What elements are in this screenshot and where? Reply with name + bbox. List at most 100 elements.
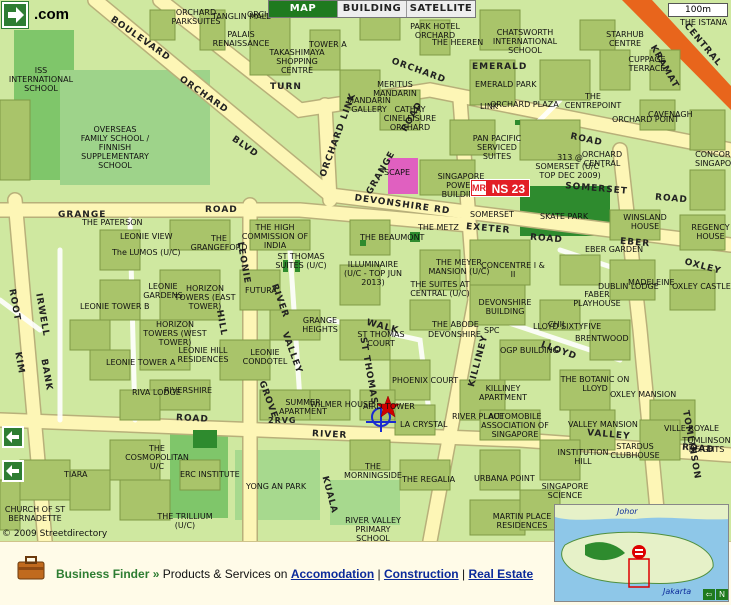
business-finder-sep: » [152,567,160,581]
place-label[interactable]: WINSLAND HOUSE [610,213,680,231]
place-label[interactable]: CUPPAGE TERRACE [612,55,682,73]
place-label[interactable]: MADELEINE [628,278,675,287]
place-label[interactable]: DEVONSHIRE [428,330,481,339]
road-label-rvg: 2RVG [268,416,297,425]
place-label[interactable]: HORIZON TOWERS (EAST TOWER) [170,284,240,311]
place-label[interactable]: ISS INTERNATIONAL SCHOOL [6,66,76,93]
place-label[interactable]: SKATE PARK [540,212,588,221]
place-label[interactable]: SINGAPORE SCIENCE [530,482,600,500]
place-label[interactable]: STARHUB CENTRE [590,30,660,48]
place-label[interactable]: CHURCH OF ST BERNADETTE [0,505,70,523]
place-label[interactable]: The LUMOS (U/C) [112,248,181,257]
minimap-zoom-button[interactable]: ⇦ [703,589,715,600]
place-label[interactable]: PHOENIX COURT [392,376,458,385]
place-label[interactable]: THE HIGH COMMISSION OF INDIA [240,223,310,250]
place-label[interactable]: SPC [484,326,500,335]
place-label[interactable]: *SCAPE [380,168,410,177]
place-label[interactable]: THE MORNINGSIDE [338,462,408,480]
place-label[interactable]: PALAIS RENAISSANCE [206,30,276,48]
place-label[interactable]: MARTIN PLACE RESIDENCES [487,512,557,530]
place-label[interactable]: EBER GARDEN [585,245,643,254]
compass-north-button[interactable]: N [716,589,728,600]
place-label[interactable]: GRANGE HEIGHTS [285,316,355,334]
place-label[interactable]: LINK [480,102,498,111]
arrow-left-icon [6,465,19,477]
place-label[interactable]: THE BEAUMONT [360,233,424,242]
place-label[interactable]: LEONIE TOWER B [80,302,150,311]
place-label[interactable]: CHIJ [548,320,564,329]
place-label[interactable]: THE METZ [418,223,459,232]
brand-text: .com [34,6,70,23]
place-label[interactable]: ERC INSTITUTE [180,470,240,479]
place-label[interactable]: SOMERSET [470,210,514,219]
place-label[interactable]: OXLEY MANSION [610,390,676,399]
place-label[interactable]: LLOYD SIXTYFIVE [533,322,601,331]
place-label[interactable]: ST THOMAS COURT [346,330,416,348]
place-label[interactable]: THE ISTANA [680,18,727,27]
place-label[interactable]: CONCORDE SINGAPORE [695,150,731,168]
place-label[interactable]: ST THOMAS SUITES (U/C) [266,252,336,270]
link-accomodation[interactable]: Accomodation [291,567,374,581]
place-label[interactable]: CAVENAGH [648,110,693,119]
place-label[interactable]: LEONIE VIEW [120,232,173,241]
place-label[interactable]: EMERALD PARK [475,80,536,89]
place-label[interactable]: YONG AN PARK [246,482,306,491]
place-label[interactable]: THE HEEREN [432,38,483,47]
place-label[interactable]: RIVA LODGE [132,388,181,397]
place-label[interactable]: LEONIE TOWER A [106,358,175,367]
place-label[interactable]: VILLE ROYALE [664,424,719,433]
business-finder-title: Business Finder [56,567,150,581]
place-label[interactable]: CHATSWORTH INTERNATIONAL SCHOOL [490,28,560,55]
mrt-logo-icon: MRT [472,181,492,195]
streetdirectory-logo[interactable]: .com [2,2,76,28]
place-label[interactable]: CONCENTRE I & II [478,261,548,279]
pan-left-button[interactable] [2,426,24,448]
place-label[interactable]: TAKASHIMAYA SHOPPING CENTRE [262,48,332,75]
place-label[interactable]: CATHAY CINELEISURE ORCHARD [375,105,445,132]
place-label[interactable]: THE COSMOPOLITAN U/C [122,444,192,471]
place-label[interactable]: THE CENTREPOINT [558,92,628,110]
place-label[interactable]: THE SUITES AT CENTRAL (U/C) [405,280,475,298]
road-label-turn: TURN [270,82,302,92]
place-label[interactable]: HORIZON TOWERS (WEST TOWER) [140,320,210,347]
minimap-label-johor: Johor [617,507,638,516]
place-label[interactable]: ILLUMINAIRE (U/C - TOP JUN 2013) [338,260,408,287]
place-label[interactable]: TOMLINSON HEIGHTS [682,436,731,454]
place-label[interactable]: DEVONSHIRE BUILDING [470,298,540,316]
place-label[interactable]: STARDUS CLUBHOUSE [600,442,670,460]
place-label[interactable]: FUTURA [245,286,277,295]
place-label[interactable]: THE REGALIA [402,475,455,484]
place-label[interactable]: 313 @ SOMERSET (U/C - TOP DEC 2009) [535,153,605,180]
place-label[interactable]: LEONIE HILL RESIDENCES [168,346,238,364]
place-label[interactable]: KILLINEY APARTMENT [468,384,538,402]
place-label[interactable]: PAN PACIFIC SERVICED SUITES [462,134,532,161]
place-label[interactable]: RIVER VALLEY PRIMARY SCHOOL [338,516,408,541]
place-label[interactable]: AIRD TOWER [363,402,415,411]
place-label[interactable]: BRENTWOOD [575,334,629,343]
copyright-text: © 2009 Streetdirectory [2,529,108,539]
link-real-estate[interactable]: Real Estate [468,567,533,581]
street-map[interactable]: BOULEVARD ORCHARD BLVD ORCHARD LINK ORCH… [0,0,731,541]
tab-building[interactable]: BUILDING [338,1,407,17]
overview-minimap[interactable]: Johor Jakarta ⇦ N [554,504,729,602]
place-label[interactable]: THE PATERSON [82,218,143,227]
place-label[interactable]: THE TRILLIUM (U/C) [150,512,220,530]
link-construction[interactable]: Construction [384,567,459,581]
place-label[interactable]: ORCHARD PLAZA [490,100,559,109]
place-label[interactable]: LA CRYSTAL [400,420,447,429]
minimap-canvas [555,505,728,601]
place-label[interactable]: URBANA POINT [474,474,535,483]
place-label[interactable]: FABER PLAYHOUSE [562,290,632,308]
place-label[interactable]: AUTOMOBILE ASSOCIATION OF SINGAPORE [480,412,550,439]
place-label[interactable]: TIARA [64,470,87,479]
place-label[interactable]: THE ABODE [432,320,479,329]
place-label[interactable]: LEONIE CONDOTEL [230,348,300,366]
tab-map[interactable]: MAP [269,1,338,17]
place-label[interactable]: REGENCY HOUSE [690,223,731,241]
tab-satellite[interactable]: SATELLITE [407,1,475,17]
place-label[interactable]: OVERSEAS FAMILY SCHOOL / FINNISH SUPPLEM… [80,125,150,170]
place-label[interactable]: OGP BUILDING [500,346,559,355]
pan-down-left-button[interactable] [2,460,24,482]
place-label[interactable]: OXLEY CASTLE [672,282,731,291]
place-label[interactable]: VALLEY MANSION [568,420,638,429]
